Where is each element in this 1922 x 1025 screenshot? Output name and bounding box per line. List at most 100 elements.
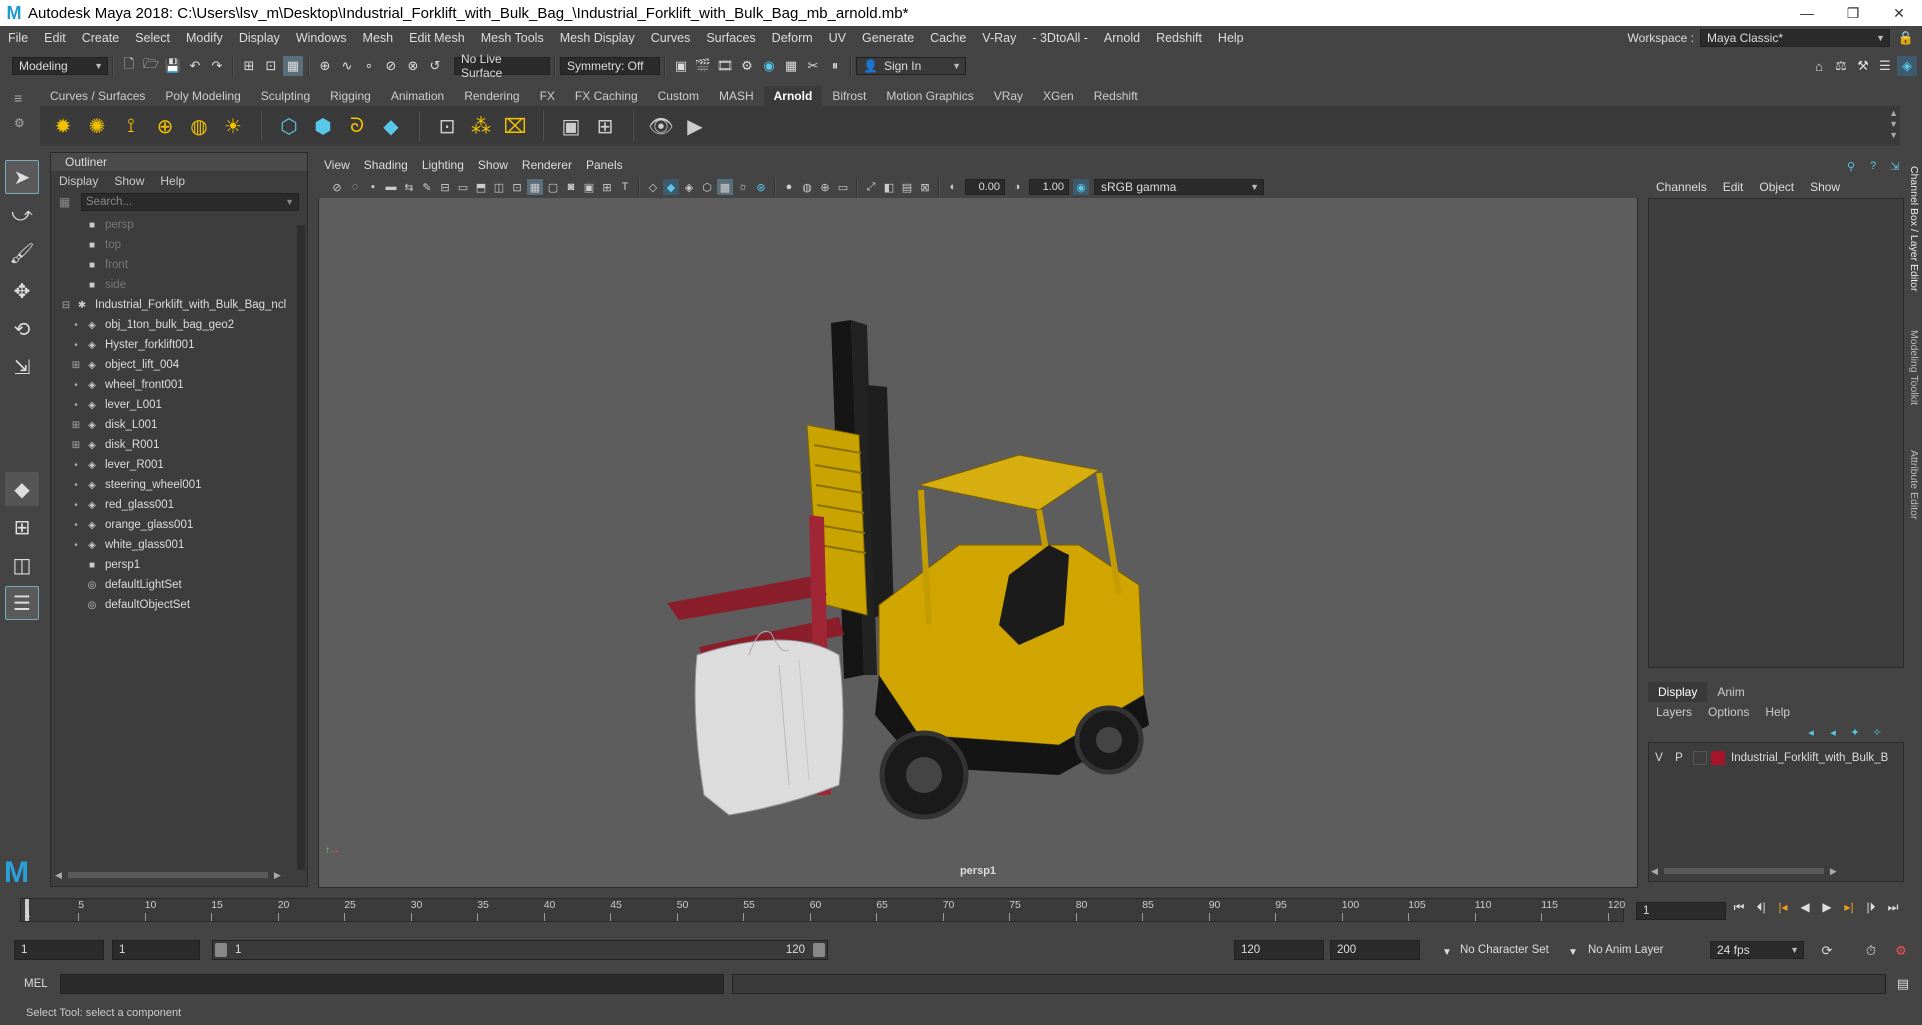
anti-aliasing-icon[interactable]: ◍ [799, 179, 815, 195]
select-tool-icon[interactable]: ➤ [5, 160, 39, 194]
bookmark-icon[interactable]: ▪ [365, 179, 381, 195]
layer-editor-icon[interactable]: ◈ [1897, 56, 1917, 76]
snap-surface-icon[interactable]: ⊗ [403, 56, 423, 76]
eye-icon[interactable]: 👁 [646, 111, 676, 141]
channels-menu-show[interactable]: Show [1810, 180, 1840, 194]
list-item[interactable]: • ◈ white_glass001 [71, 535, 307, 555]
menu-edit-mesh[interactable]: Edit Mesh [401, 31, 473, 45]
range-start-handle[interactable] [215, 943, 227, 957]
xray-active-icon[interactable]: ⊠ [917, 179, 933, 195]
move-layer-down-icon[interactable]: ◂ [1823, 722, 1843, 742]
lasso-tool-icon[interactable]: ⤻ [5, 198, 39, 232]
menu-arnold[interactable]: Arnold [1096, 31, 1148, 45]
tab-xgen[interactable]: XGen [1033, 86, 1084, 106]
script-language-label[interactable]: MEL [24, 978, 48, 990]
list-item[interactable]: • ◈ orange_glass001 [71, 515, 307, 535]
modeling-toolkit-icon[interactable]: ⌂ [1809, 56, 1829, 76]
anim-layer-dropdown-icon[interactable]: ▼ [1563, 942, 1583, 962]
tab-rigging[interactable]: Rigging [320, 86, 381, 106]
menu-uv[interactable]: UV [821, 31, 854, 45]
step-back-frame-icon[interactable]: |◂ [1772, 900, 1794, 915]
filter-icon[interactable]: ▦ [59, 195, 70, 209]
symmetry-select[interactable]: Symmetry: Off [560, 57, 660, 75]
tab-rendering[interactable]: Rendering [454, 86, 530, 106]
step-back-key-icon[interactable]: ⏴| [1750, 900, 1772, 915]
safe-title-icon[interactable]: ◙ [563, 179, 579, 195]
render-view-arnold-icon[interactable]: ⊡ [432, 111, 462, 141]
pin-icon[interactable]: ⚲ [1841, 156, 1861, 176]
select-component-icon[interactable]: ▦ [283, 56, 303, 76]
channels-menu-channels[interactable]: Channels [1656, 180, 1707, 194]
list-item[interactable]: ■ top [71, 235, 307, 255]
list-item[interactable]: • ◈ Hyster_forklift001 [71, 335, 307, 355]
snap-point-icon[interactable]: ∘ [359, 56, 379, 76]
lock-icon[interactable]: 🔒 [1896, 28, 1916, 48]
shelf-scroll-icon[interactable]: ▲ ▼ ▼ [1889, 108, 1898, 141]
close-button[interactable]: ✕ [1876, 0, 1922, 26]
two-view-icon[interactable]: ◫ [5, 548, 39, 582]
play-forward-icon[interactable]: ▶ [1816, 900, 1838, 915]
channels-menu-edit[interactable]: Edit [1723, 180, 1744, 194]
grease-pencil-icon[interactable]: ✎ [419, 179, 435, 195]
time-ruler[interactable]: 1 5 10 15 20 25 30 35 40 45 50 55 60 65 70 75 80 85 90 95 1… [20, 898, 1625, 922]
tab-sculpting[interactable]: Sculpting [250, 86, 321, 106]
tab-channel-box-layer-editor[interactable]: Channel Box / Layer Editor [1908, 166, 1920, 292]
tab-poly-modeling[interactable]: Poly Modeling [155, 86, 251, 106]
menu-mesh-tools[interactable]: Mesh Tools [473, 31, 552, 45]
isolate-select-icon[interactable]: ▭ [835, 179, 851, 195]
xray-joints-icon[interactable]: ◧ [881, 179, 897, 195]
viewport-menu-show[interactable]: Show [478, 158, 508, 172]
scale-tool-icon[interactable]: ⇲ [5, 350, 39, 384]
four-view-icon[interactable]: ⊞ [5, 510, 39, 544]
menu-edit[interactable]: Edit [36, 31, 74, 45]
list-item[interactable]: ◎ defaultLightSet [71, 575, 307, 595]
outliner-hscrollbar[interactable]: ◀ ▶ [55, 870, 295, 880]
tool-settings-icon[interactable]: ⚒ [1853, 56, 1873, 76]
tab-curves-surfaces[interactable]: Curves / Surfaces [40, 86, 156, 106]
range-slider-bar[interactable]: 1 120 [212, 940, 828, 960]
sign-in-button[interactable]: 👤 Sign In ▼ [856, 57, 966, 75]
viewport-menu-renderer[interactable]: Renderer [522, 158, 572, 172]
film-gate-icon[interactable]: ▭ [455, 179, 471, 195]
outliner-layout-icon[interactable]: ☰ [5, 586, 39, 620]
exposure-field[interactable]: 0.00 [965, 179, 1005, 195]
light-portal-icon[interactable]: ◍ [184, 111, 214, 141]
channel-box-icon[interactable]: ☰ [1875, 56, 1895, 76]
viewport-menu-lighting[interactable]: Lighting [422, 158, 464, 172]
tab-modeling-toolkit[interactable]: Modeling Toolkit [1908, 330, 1920, 405]
outliner-menu-show[interactable]: Show [114, 174, 144, 188]
layer-row[interactable]: V P Industrial_Forklift_with_Bulk_B [1649, 747, 1903, 769]
fps-select[interactable]: 24 fps ▼ [1710, 941, 1804, 959]
menu-3dtoall[interactable]: - 3DtoAll - [1024, 31, 1096, 45]
physical-sky-icon[interactable]: ☀ [218, 111, 248, 141]
area-light-icon[interactable]: ✹ [48, 111, 78, 141]
menu-display[interactable]: Display [231, 31, 288, 45]
command-input[interactable] [60, 974, 724, 994]
tab-mash[interactable]: MASH [708, 86, 764, 106]
animation-preferences-icon[interactable]: ⚙ [1891, 941, 1911, 961]
character-set-label[interactable]: No Character Set [1454, 940, 1572, 960]
field-chart-icon[interactable]: ⊡ [509, 179, 525, 195]
motion-blur-icon[interactable]: ● [781, 179, 797, 195]
auto-key-icon[interactable]: ⏱ [1861, 941, 1881, 961]
attribute-editor-icon[interactable]: ⚖ [1831, 56, 1851, 76]
shelf-options-icon[interactable]: ≡ ⚙ [14, 90, 34, 140]
resolution-gate-icon[interactable]: ⬒ [473, 179, 489, 195]
photometric-light-icon[interactable]: ⟟ [116, 111, 146, 141]
tab-fx-caching[interactable]: FX Caching [564, 86, 648, 106]
list-item[interactable]: • ◈ lever_R001 [71, 455, 307, 475]
rotate-tool-icon[interactable]: ⟲ [5, 312, 39, 346]
aov-icon[interactable]: ⊞ [590, 111, 620, 141]
list-item[interactable]: ■ persp1 [71, 555, 307, 575]
gate-mask-icon[interactable]: ◫ [491, 179, 507, 195]
list-item[interactable]: ■ side [71, 275, 307, 295]
list-item[interactable]: ■ persp [71, 215, 307, 235]
tools-icon[interactable]: ✂ [803, 56, 823, 76]
end-time-field[interactable]: 200 [1330, 940, 1420, 960]
current-frame-field[interactable]: 1 [1636, 902, 1726, 920]
depth-of-field-icon[interactable]: ⊕ [817, 179, 833, 195]
menu-curves[interactable]: Curves [643, 31, 699, 45]
tab-motion-graphics[interactable]: Motion Graphics [876, 86, 984, 106]
workspace-select[interactable]: Maya Classic* ▼ [1700, 29, 1890, 47]
menu-surfaces[interactable]: Surfaces [698, 31, 763, 45]
